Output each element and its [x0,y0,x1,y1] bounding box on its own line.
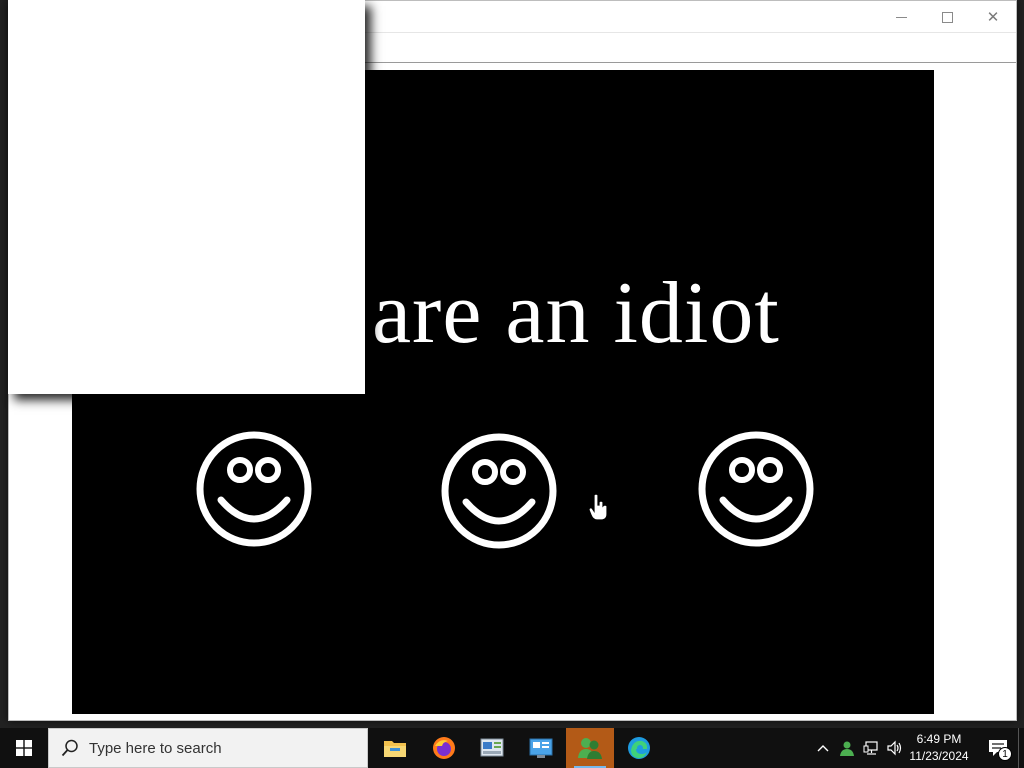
minimize-button[interactable] [878,1,924,33]
taskbar-app-file-explorer[interactable] [371,728,419,768]
close-button[interactable]: ✕ [970,1,1016,33]
tray-user-button[interactable] [836,728,858,768]
edge-icon [628,737,650,759]
speaker-icon [887,740,902,756]
taskbar: Type here to search 6:49 PM 11/23/2024 1 [0,728,1024,768]
chevron-up-icon [817,745,829,752]
taskbar-search-box[interactable]: Type here to search [48,728,368,768]
clock-date: 11/23/2024 [909,749,969,763]
show-hidden-icons-button[interactable] [812,728,834,768]
smiley-face-icon[interactable] [195,430,313,548]
start-button[interactable] [0,728,48,768]
system-info-icon [529,738,553,758]
clock-time: 6:49 PM [916,732,962,746]
taskbar-app-users[interactable] [566,728,614,768]
desktop: ✕ are an idiot [0,0,1024,728]
smiley-face-icon[interactable] [440,432,558,550]
show-desktop-button[interactable] [1018,728,1024,768]
hand-cursor-icon [588,493,608,521]
users-icon [578,738,602,759]
firefox-icon [433,737,455,759]
maximize-button[interactable] [924,1,970,33]
taskbar-clock[interactable]: 6:49 PM 11/23/2024 [902,731,976,765]
person-icon [840,741,854,756]
control-panel-icon [480,738,504,757]
maximize-icon [941,11,953,23]
network-icon [863,741,878,755]
file-explorer-icon [384,741,406,757]
action-center-button[interactable]: 1 [980,728,1016,768]
taskbar-app-firefox[interactable] [420,728,468,768]
page-headline: are an idiot [372,265,780,362]
minimize-icon [895,16,907,18]
taskbar-app-system-info[interactable] [517,728,565,768]
taskbar-app-control-panel[interactable] [468,728,516,768]
search-placeholder: Type here to search [89,739,222,757]
search-icon [61,739,78,757]
windows-logo-icon [16,740,32,756]
network-button[interactable] [860,728,882,768]
smiley-face-icon[interactable] [697,430,815,548]
taskbar-app-edge[interactable] [615,728,663,768]
blank-popup-window[interactable] [8,0,365,394]
notification-count-badge: 1 [998,747,1012,761]
close-icon: ✕ [986,9,1000,26]
